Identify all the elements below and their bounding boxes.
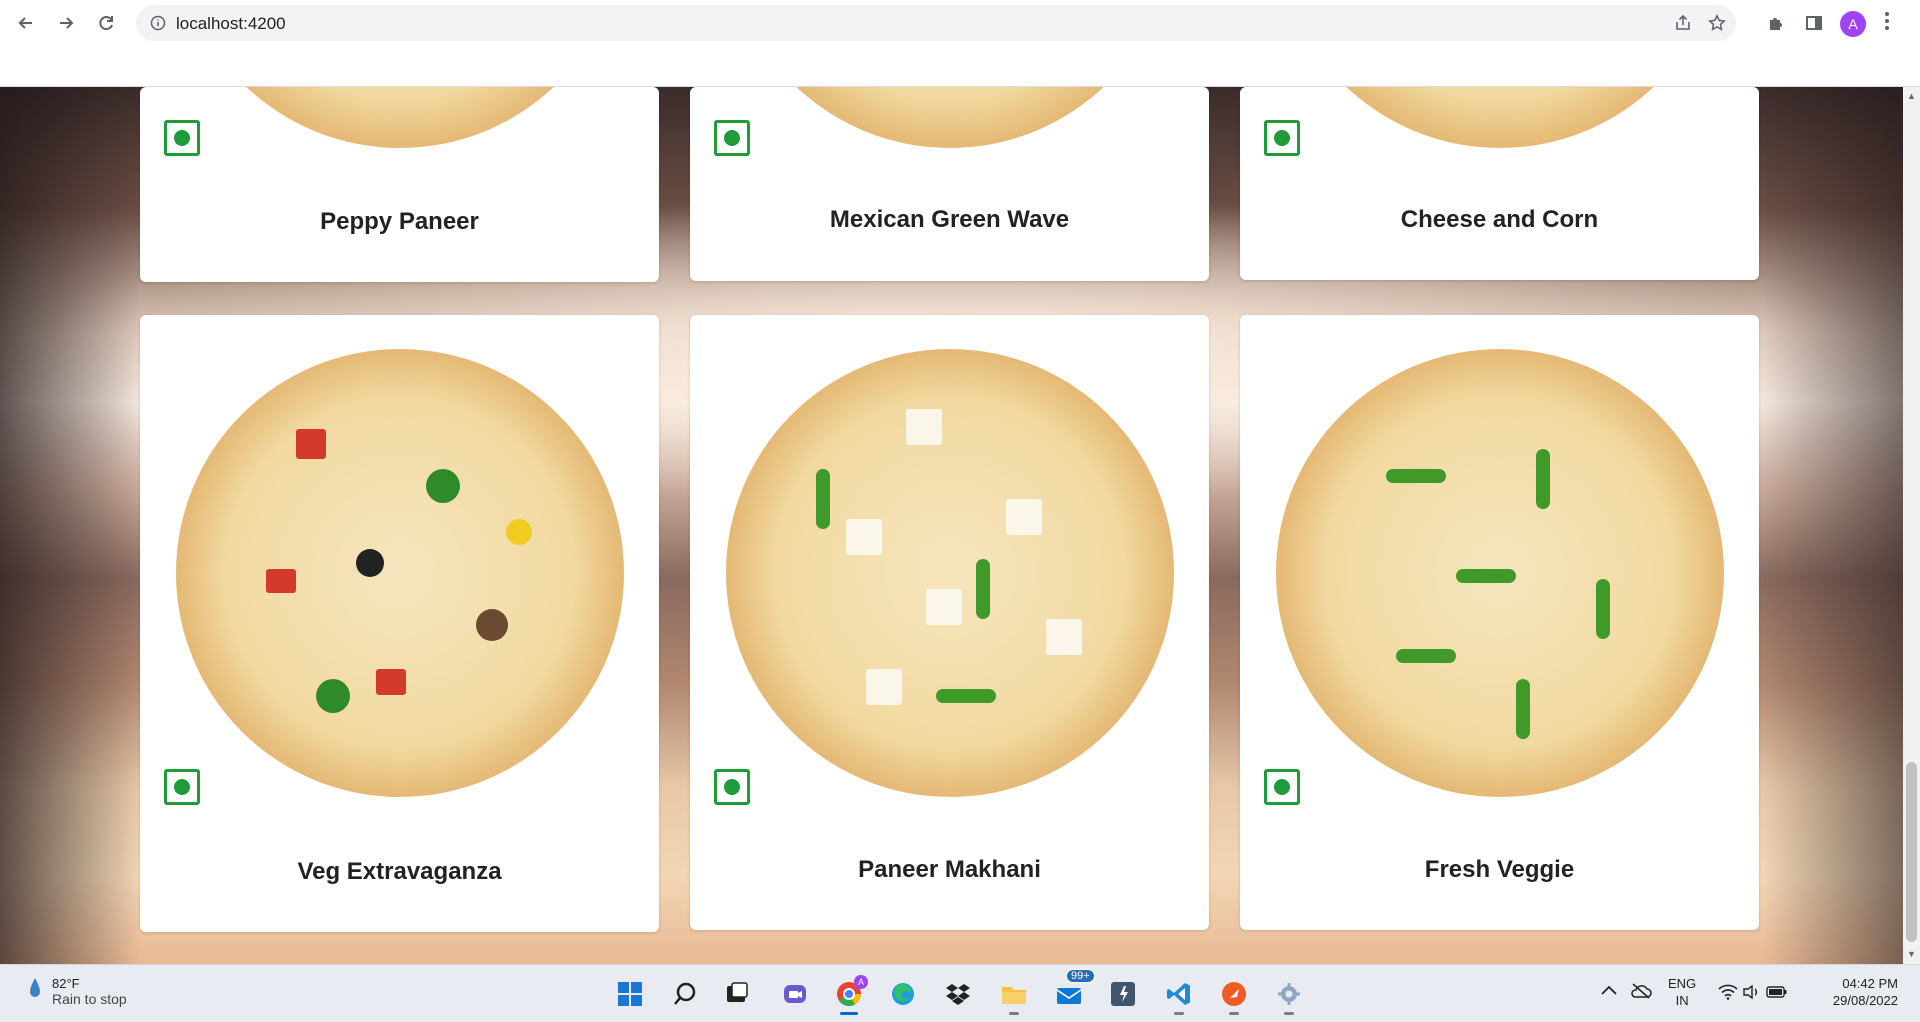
- teams-chat-icon[interactable]: [778, 977, 812, 1011]
- veg-icon: [1264, 120, 1300, 156]
- url-text[interactable]: localhost:4200: [176, 14, 286, 34]
- powershell-icon[interactable]: [1106, 977, 1140, 1011]
- clock[interactable]: 04:42 PM 29/08/2022: [1818, 975, 1898, 1009]
- browser-toolbar: localhost:4200 A: [0, 0, 1920, 87]
- vscode-icon[interactable]: [1162, 977, 1196, 1015]
- pizza-name: Veg Extravaganza: [297, 858, 502, 885]
- address-bar[interactable]: localhost:4200: [136, 5, 1736, 41]
- page-content: Peppy Paneer Mexican Green Wave Cheese a…: [0, 87, 1903, 964]
- kebab-menu-icon[interactable]: [1884, 10, 1890, 37]
- pizza-name: Mexican Green Wave: [829, 206, 1070, 233]
- tray-chevron-up-icon[interactable]: [1600, 983, 1618, 999]
- language-code: ENG: [1668, 976, 1697, 991]
- pizza-card[interactable]: Mexican Green Wave: [690, 87, 1209, 281]
- extensions-icon[interactable]: [1760, 7, 1792, 39]
- profile-avatar[interactable]: A: [1840, 11, 1866, 37]
- veg-icon: [714, 120, 750, 156]
- postman-icon[interactable]: [1217, 977, 1251, 1015]
- open-app-indicator: [1009, 1012, 1019, 1015]
- pizza-name: Fresh Veggie: [1424, 856, 1575, 883]
- pizza-card[interactable]: Cheese and Corn: [1240, 87, 1759, 280]
- onedrive-offline-icon[interactable]: [1630, 983, 1652, 1002]
- pizza-name: Paneer Makhani: [858, 856, 1041, 883]
- scroll-up-arrow-icon[interactable]: ▲: [1907, 91, 1916, 101]
- forward-icon[interactable]: [50, 7, 82, 39]
- weather-description: Rain to stop: [52, 991, 127, 1007]
- share-icon[interactable]: [1674, 14, 1692, 37]
- page-scrollbar[interactable]: ▲ ▼: [1903, 87, 1920, 964]
- pizza-image: [725, 349, 1174, 797]
- bookmark-star-icon[interactable]: [1708, 14, 1726, 37]
- scrollbar-thumb[interactable]: [1906, 762, 1917, 942]
- clock-time: 04:42 PM: [1842, 976, 1898, 991]
- back-icon[interactable]: [10, 7, 42, 39]
- rain-icon: [30, 978, 40, 997]
- clock-date: 29/08/2022: [1832, 993, 1898, 1008]
- veg-icon: [1264, 769, 1300, 805]
- pizza-card[interactable]: Peppy Paneer: [140, 87, 659, 282]
- scroll-down-arrow-icon[interactable]: ▼: [1907, 949, 1916, 959]
- pizza-image: [725, 87, 1174, 148]
- chrome-profile-badge: A: [854, 975, 868, 989]
- pizza-name: Peppy Paneer: [320, 208, 479, 235]
- region-code: IN: [1675, 993, 1689, 1008]
- active-app-indicator: [840, 1012, 858, 1015]
- side-panel-icon[interactable]: [1798, 7, 1830, 39]
- pizza-card[interactable]: Fresh Veggie: [1240, 315, 1759, 930]
- open-app-indicator: [1229, 1012, 1239, 1015]
- search-icon[interactable]: [668, 977, 702, 1011]
- veg-icon: [164, 769, 200, 805]
- reload-icon[interactable]: [90, 7, 122, 39]
- pizza-name: Cheese and Corn: [1400, 206, 1599, 233]
- pizza-card[interactable]: Paneer Makhani: [690, 315, 1209, 930]
- pizza-image: [175, 87, 624, 148]
- pizza-image: [1275, 87, 1724, 148]
- pizza-image: [175, 349, 624, 797]
- dropbox-icon[interactable]: [941, 977, 975, 1011]
- edge-icon[interactable]: [886, 977, 920, 1011]
- mail-icon[interactable]: 99+: [1052, 969, 1095, 1011]
- language-indicator[interactable]: ENG IN: [1668, 975, 1696, 1009]
- veg-icon: [164, 120, 200, 156]
- windows-taskbar: 82°F Rain to stop A 99+ ENG IN 04:42 PM …: [0, 964, 1920, 1022]
- weather-widget[interactable]: 82°F Rain to stop: [28, 976, 127, 1010]
- open-app-indicator: [1174, 1012, 1184, 1015]
- task-view-icon[interactable]: [720, 977, 754, 1011]
- wifi-icon[interactable]: [1718, 984, 1738, 1003]
- pizza-card[interactable]: Veg Extravaganza: [140, 315, 659, 932]
- battery-icon[interactable]: [1766, 984, 1788, 1003]
- chrome-icon[interactable]: A: [832, 975, 868, 1015]
- windows-start-icon[interactable]: [613, 977, 647, 1011]
- volume-icon[interactable]: [1742, 984, 1762, 1003]
- settings-gear-icon[interactable]: [1272, 977, 1306, 1015]
- site-info-icon[interactable]: [150, 15, 166, 36]
- open-app-indicator: [1284, 1012, 1294, 1015]
- pizza-image: [1275, 349, 1724, 797]
- mail-badge: 99+: [1066, 969, 1095, 983]
- file-explorer-icon[interactable]: [997, 977, 1031, 1015]
- weather-temperature: 82°F: [52, 976, 80, 991]
- veg-icon: [714, 769, 750, 805]
